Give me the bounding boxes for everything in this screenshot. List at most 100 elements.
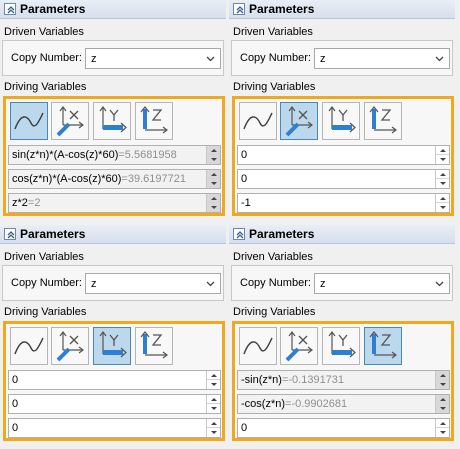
y-axis-icon	[328, 331, 356, 358]
copy-number-dropdown[interactable]: z	[85, 273, 221, 294]
x-axis-icon	[285, 331, 313, 362]
x-axis-mode-button[interactable]	[51, 327, 89, 365]
expression-text: z*2=2	[12, 197, 41, 209]
parameters-panel-x: Parameters Driven Variables Copy Number:…	[229, 0, 455, 222]
spin-up-button[interactable]	[207, 194, 220, 203]
spin-up-button[interactable]	[436, 371, 449, 380]
driving-expression-field-3[interactable]: 0	[8, 418, 221, 438]
copy-number-label: Copy Number:	[11, 52, 82, 64]
expression-text: sin(z*n)*(A-cos(z)*60)=5.5681958	[12, 149, 177, 161]
spin-down-button[interactable]	[436, 155, 449, 164]
driving-variables-group: sin(z*n)*(A-cos(z)*60)=5.5681958 cos(z*n…	[3, 96, 225, 216]
y-axis-mode-button[interactable]	[322, 102, 360, 140]
curve-icon	[14, 112, 44, 130]
copy-number-label: Copy Number:	[240, 52, 311, 64]
spin-buttons	[206, 170, 220, 188]
curve-mode-button[interactable]	[239, 102, 277, 140]
spin-up-button[interactable]	[207, 419, 220, 428]
driving-expression-field-2[interactable]: 0	[8, 394, 221, 414]
copy-number-group: Copy Number: z	[2, 265, 224, 301]
spin-down-button[interactable]	[436, 428, 449, 437]
spin-up-button[interactable]	[207, 170, 220, 179]
spin-up-button[interactable]	[207, 371, 220, 380]
panel-header[interactable]: Parameters	[0, 0, 226, 19]
spin-up-button[interactable]	[436, 170, 449, 179]
spin-down-button[interactable]	[436, 203, 449, 212]
spin-up-button[interactable]	[436, 419, 449, 428]
copy-number-dropdown[interactable]: z	[85, 48, 221, 69]
spin-up-button[interactable]	[207, 146, 220, 155]
collapse-chevron-icon[interactable]	[233, 3, 245, 15]
driving-expression-field-1[interactable]: 0	[8, 370, 221, 390]
y-axis-icon	[99, 331, 127, 358]
spin-buttons	[206, 146, 220, 164]
driving-variables-group: 0 0 0	[3, 321, 225, 441]
driven-variables-label: Driven Variables	[233, 26, 313, 38]
driven-variables-label: Driven Variables	[4, 251, 84, 263]
curve-mode-button[interactable]	[10, 102, 48, 140]
x-axis-mode-button[interactable]	[51, 102, 89, 140]
z-axis-mode-button[interactable]	[135, 327, 173, 365]
chevron-down-icon	[435, 281, 444, 287]
y-axis-mode-button[interactable]	[322, 327, 360, 365]
copy-number-value: z	[91, 278, 97, 290]
driving-variables-label: Driving Variables	[4, 81, 87, 93]
spin-down-button[interactable]	[207, 404, 220, 413]
spin-down-button[interactable]	[207, 428, 220, 437]
driving-expression-field-1[interactable]: sin(z*n)*(A-cos(z)*60)=5.5681958	[8, 145, 221, 165]
panel-header[interactable]: Parameters	[229, 225, 455, 244]
chevron-down-icon	[435, 56, 444, 62]
panel-title: Parameters	[20, 2, 86, 16]
spin-down-button[interactable]	[207, 380, 220, 389]
spin-up-button[interactable]	[207, 395, 220, 404]
spin-down-button[interactable]	[207, 179, 220, 188]
panel-title: Parameters	[249, 227, 315, 241]
spin-buttons	[435, 395, 449, 413]
driving-expression-field-1[interactable]: 0	[237, 145, 450, 165]
x-axis-mode-button[interactable]	[280, 102, 318, 140]
y-axis-mode-button[interactable]	[93, 102, 131, 140]
copy-number-dropdown[interactable]: z	[314, 273, 450, 294]
spin-up-button[interactable]	[436, 194, 449, 203]
collapse-chevron-icon[interactable]	[233, 228, 245, 240]
spin-down-button[interactable]	[436, 380, 449, 389]
collapse-chevron-icon[interactable]	[4, 228, 16, 240]
z-axis-mode-button[interactable]	[364, 327, 402, 365]
copy-number-dropdown[interactable]: z	[314, 48, 450, 69]
y-axis-mode-button[interactable]	[93, 327, 131, 365]
spin-buttons	[435, 371, 449, 389]
x-axis-icon	[56, 331, 84, 362]
parameters-panel-y: Parameters Driven Variables Copy Number:…	[0, 225, 226, 447]
spin-buttons	[435, 146, 449, 164]
spin-down-button[interactable]	[436, 404, 449, 413]
panel-header[interactable]: Parameters	[0, 225, 226, 244]
driven-variables-label: Driven Variables	[233, 251, 313, 263]
driving-expression-field-2[interactable]: cos(z*n)*(A-cos(z)*60)=39.6197721	[8, 169, 221, 189]
z-axis-mode-button[interactable]	[135, 102, 173, 140]
copy-number-group: Copy Number: z	[231, 265, 453, 301]
spin-down-button[interactable]	[207, 155, 220, 164]
y-axis-icon	[328, 106, 356, 133]
x-axis-icon	[56, 106, 84, 137]
driving-expression-field-3[interactable]: 0	[237, 418, 450, 438]
driving-expression-field-3[interactable]: z*2=2	[8, 193, 221, 213]
expression-text: -cos(z*n)=-0.9902681	[241, 398, 348, 410]
curve-mode-button[interactable]	[10, 327, 48, 365]
driving-expression-field-1[interactable]: -sin(z*n)=-0.1391731	[237, 370, 450, 390]
driving-expression-field-2[interactable]: 0	[237, 169, 450, 189]
copy-number-label: Copy Number:	[240, 277, 311, 289]
spin-down-button[interactable]	[436, 179, 449, 188]
z-axis-mode-button[interactable]	[364, 102, 402, 140]
spin-down-button[interactable]	[207, 203, 220, 212]
spin-up-button[interactable]	[436, 146, 449, 155]
driving-expression-field-2[interactable]: -cos(z*n)=-0.9902681	[237, 394, 450, 414]
panel-header[interactable]: Parameters	[229, 0, 455, 19]
collapse-chevron-icon[interactable]	[4, 3, 16, 15]
spin-buttons	[435, 419, 449, 437]
x-axis-mode-button[interactable]	[280, 327, 318, 365]
driving-expression-field-3[interactable]: -1	[237, 193, 450, 213]
expression-text: 0	[241, 422, 248, 434]
curve-mode-button[interactable]	[239, 327, 277, 365]
driven-variables-label: Driven Variables	[4, 26, 84, 38]
spin-up-button[interactable]	[436, 395, 449, 404]
